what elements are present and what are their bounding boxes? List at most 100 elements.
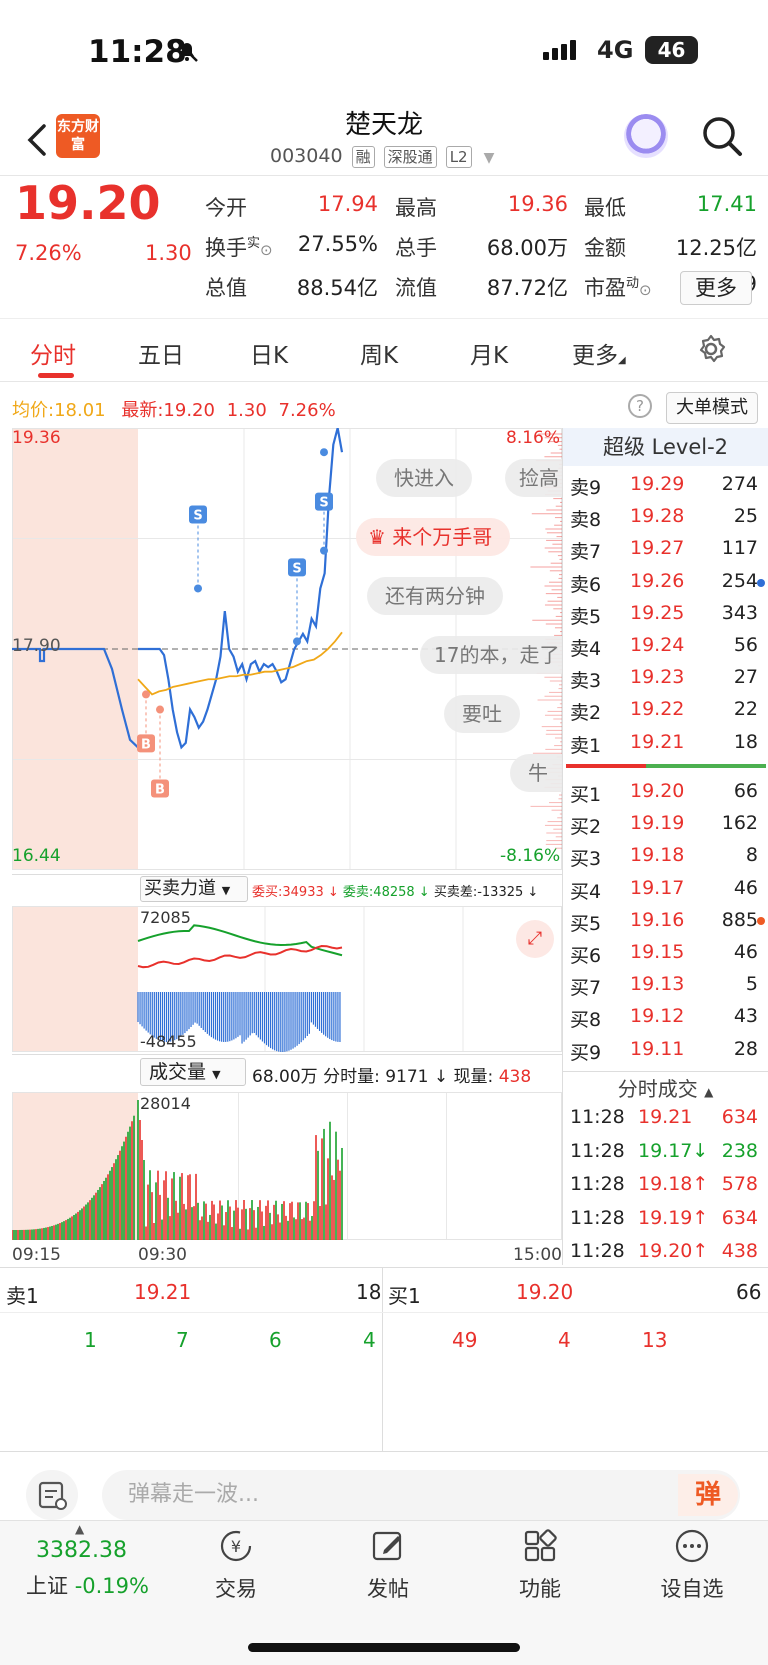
bids-row-8[interactable]: 买8 19.12 43 (570, 1005, 766, 1037)
active-tab-indicator (38, 373, 74, 378)
asks-price: 19.25 (630, 601, 685, 624)
danmu-toggle-button[interactable]: 弹 (678, 1474, 738, 1516)
tab-daily-k[interactable]: 日K (250, 336, 288, 370)
trade-price: 19.18↑ (638, 1173, 709, 1195)
avg-value: 18.01 (54, 400, 106, 421)
trade-volume: 238 (721, 1139, 758, 1162)
bids-row-5[interactable]: 买5 19.16 885 (570, 909, 766, 941)
queue-sep (0, 1312, 768, 1313)
stock-code: 003040 (270, 145, 343, 167)
latest-value: 19.20 (163, 400, 215, 421)
tab-monthly-k[interactable]: 月K (470, 336, 508, 370)
asks-row-4[interactable]: 卖6 19.26 254 (570, 570, 766, 602)
bids-row-1[interactable]: 买1 19.20 66 (570, 780, 766, 812)
tab-add-watchlist[interactable]: 设自选 (642, 1528, 742, 1603)
yen-exchange-icon: ¥ (220, 1530, 252, 1562)
divider (562, 428, 563, 1265)
danmaku-7: 牛 (510, 754, 562, 792)
caret-up-icon: ▲ (75, 1522, 85, 1536)
help-icon[interactable]: ? (628, 394, 652, 418)
bids-price: 19.16 (630, 908, 685, 931)
info-icon[interactable]: ⊙ (639, 281, 652, 299)
asks-row-2[interactable]: 卖8 19.28 25 (570, 505, 766, 537)
info-icon[interactable]: ⊙ (260, 241, 273, 259)
bids-row-7[interactable]: 买7 19.13 5 (570, 973, 766, 1005)
index-row[interactable]: 上证 -0.19% (26, 1570, 149, 1600)
asks-row-9[interactable]: 卖1 19.21 18 (570, 731, 766, 763)
trade-volume: 634 (721, 1206, 758, 1229)
trade-price: 19.19↑ (638, 1206, 709, 1229)
asks-volume: 27 (733, 666, 758, 689)
bids-price: 19.18 (630, 844, 685, 867)
asks-volume: 254 (721, 569, 758, 592)
buy-order-2: 4 (558, 1328, 571, 1352)
latest-label: 最新: (121, 400, 164, 421)
trade-time: 11:28 (570, 1206, 625, 1229)
asks-row-8[interactable]: 卖2 19.22 22 (570, 698, 766, 730)
trade-time: 11:28 (570, 1139, 625, 1162)
trade-volume: 578 (721, 1173, 758, 1195)
bids-label: 买4 (570, 880, 602, 903)
volume-selector[interactable]: 成交量 ▼ (140, 1058, 246, 1086)
tab-more[interactable]: 更多◢ (572, 336, 626, 370)
asks-volume: 343 (721, 601, 758, 624)
danmu-list-icon[interactable] (26, 1470, 78, 1520)
asks-row-3[interactable]: 卖7 19.27 117 (570, 537, 766, 569)
bids-price: 19.19 (630, 812, 685, 835)
time-930: 09:30 (138, 1245, 187, 1265)
marker-letter: S (292, 561, 301, 576)
avg-label: 均价: (12, 400, 55, 421)
quote-label-5: 金额 (584, 236, 626, 260)
tab-post[interactable]: 发帖 (338, 1528, 438, 1603)
index-value[interactable]: 3382.38 (36, 1538, 127, 1563)
bids-row-3[interactable]: 买3 19.18 8 (570, 844, 766, 876)
asks-row-5[interactable]: 卖5 19.25 343 (570, 602, 766, 634)
asks-volume: 117 (721, 537, 758, 560)
trade-direction-icon: ↓ (692, 1139, 709, 1162)
gear-icon[interactable] (695, 333, 727, 365)
assistant-robot-icon[interactable] (624, 114, 668, 158)
trade-time: 11:28 (570, 1106, 625, 1128)
danmaku-4: 还有两分钟 (367, 577, 503, 615)
danmu-input[interactable]: 弹幕走一波... (102, 1470, 740, 1520)
quote-value-5: 12.25亿 (675, 236, 757, 260)
asks-row-6[interactable]: 卖4 19.24 56 (570, 634, 766, 666)
more-button[interactable]: 更多 (680, 271, 752, 305)
asks-label: 卖4 (570, 638, 602, 660)
tab-trade[interactable]: ¥ 交易 (186, 1528, 286, 1603)
time-open: 09:15 (12, 1245, 61, 1265)
quote-value-3: 27.55% (297, 232, 378, 256)
force-selector[interactable]: 买卖力道 ▼ (140, 876, 248, 902)
asks-volume: 18 (733, 730, 758, 753)
bids-price: 19.15 (630, 941, 685, 963)
bids-row-9[interactable]: 买9 19.11 28 (570, 1038, 766, 1070)
bids-volume: 162 (721, 812, 758, 835)
bids-price: 19.11 (630, 1037, 685, 1060)
bids-volume: 8 (745, 844, 758, 867)
queue-divider (382, 1267, 383, 1452)
asks-row-7[interactable]: 卖3 19.23 27 (570, 666, 766, 698)
bids-row-4[interactable]: 买4 19.17 46 (570, 877, 766, 909)
queue-buy-vol: 66 (736, 1280, 762, 1304)
force-ymax: 72085 (140, 908, 191, 927)
tab-functions[interactable]: 功能 (490, 1528, 590, 1603)
bids-row-6[interactable]: 买6 19.15 46 (570, 941, 766, 973)
tab-weekly-k[interactable]: 周K (360, 336, 398, 370)
bids-row-2[interactable]: 买2 19.19 162 (570, 812, 766, 844)
asks-price: 19.23 (630, 666, 685, 689)
bids-label: 买8 (570, 1009, 602, 1032)
big-order-mode-button[interactable]: 大单模式 (666, 392, 758, 424)
tab-5day[interactable]: 五日 (138, 336, 184, 370)
tab-intraday[interactable]: 分时 (30, 336, 76, 370)
marker-letter: B (141, 737, 151, 752)
asks-price: 19.28 (630, 505, 685, 528)
level2-title[interactable]: 超级 Level-2 (563, 428, 768, 466)
bids-volume: 66 (733, 780, 758, 802)
asks-row-1[interactable]: 卖9 19.29 274 (570, 473, 766, 505)
sell-force-line (137, 945, 343, 969)
search-icon[interactable] (700, 114, 744, 158)
bids-label: 买3 (570, 848, 602, 871)
dropdown-icon[interactable]: ▼ (484, 150, 495, 166)
expand-icon[interactable]: ⤢ (516, 920, 554, 958)
trades-title[interactable]: 分时成交 ▲ (563, 1071, 768, 1105)
